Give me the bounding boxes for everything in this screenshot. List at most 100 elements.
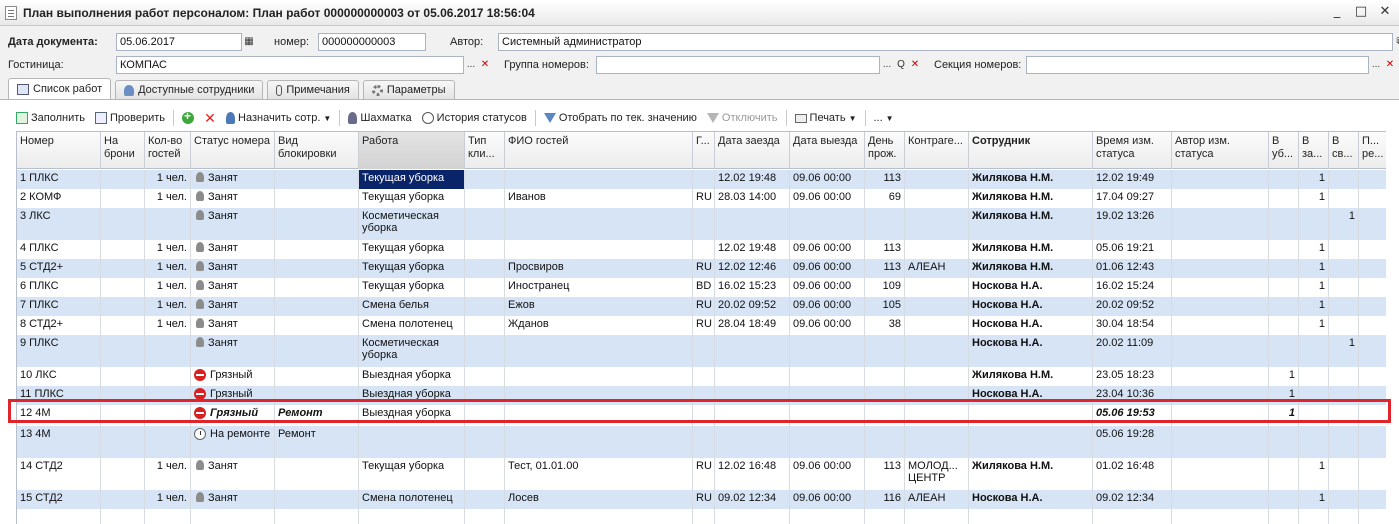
cell-other[interactable] <box>1359 297 1386 316</box>
calendar-icon[interactable]: ▦ <box>242 34 256 50</box>
cell-contractor[interactable] <box>905 386 969 405</box>
cell-guest-names[interactable]: Лосев <box>505 490 693 509</box>
cell-work[interactable]: Текущая уборка <box>359 278 465 297</box>
column-header-country[interactable]: Г... <box>693 132 715 169</box>
cell-contractor[interactable]: МОЛОД... ЦЕНТР <box>905 458 969 490</box>
cell-client-type[interactable] <box>465 316 505 335</box>
cell-client-type[interactable] <box>465 170 505 189</box>
cell-room-status[interactable]: Грязный <box>191 405 275 426</box>
fill-button[interactable]: Заполнить <box>12 108 89 128</box>
column-header-room-status[interactable]: Статус номера <box>191 132 275 169</box>
column-header-departure-date[interactable]: Дата выезда <box>790 132 865 169</box>
assign-staff-button[interactable]: Назначить сотр. ▼ <box>222 108 335 128</box>
cell-employee[interactable]: Жилякова Н.М. <box>969 367 1093 386</box>
cell-days-stay[interactable] <box>865 335 905 367</box>
cell-in-free[interactable] <box>1329 259 1359 278</box>
cell-other[interactable] <box>1359 259 1386 278</box>
table-row[interactable]: 3 ЛКС Занят Косметическая уборка Жилякова Н… <box>17 208 1386 240</box>
cell-on-booking[interactable] <box>101 278 145 297</box>
cell-in-free[interactable] <box>1329 367 1359 386</box>
cell-number[interactable]: 13 4М <box>17 426 101 458</box>
cell-status-changed[interactable]: 19.02 13:26 <box>1093 208 1172 240</box>
author-field[interactable]: Системный администратор <box>498 33 1393 51</box>
cell-arrival-date[interactable]: 12.02 19:48 <box>715 170 790 189</box>
cell-number[interactable]: 15 СТД2 <box>17 490 101 509</box>
table-row[interactable]: 8 СТД2+ 1 чел. Занят Смена полотенец Жданов R… <box>17 316 1386 335</box>
cell-in-occupied[interactable]: 1 <box>1299 189 1329 208</box>
cell-guest-names[interactable]: Ежов <box>505 297 693 316</box>
tab-work-list[interactable]: Список работ <box>8 78 112 99</box>
cell-contractor[interactable] <box>905 170 969 189</box>
cell-arrival-date[interactable]: 16.02 15:23 <box>715 278 790 297</box>
cell-guests-count[interactable]: 1 чел. <box>145 490 191 509</box>
cell-status-author[interactable] <box>1172 458 1269 490</box>
cell-guests-count[interactable] <box>145 386 191 405</box>
cell-country[interactable]: RU <box>693 458 715 490</box>
cell-guests-count[interactable]: 1 чел. <box>145 297 191 316</box>
cell-in-cleaning[interactable] <box>1269 259 1299 278</box>
cell-work[interactable]: Смена полотенец <box>359 490 465 509</box>
cell-work[interactable]: Текущая уборка <box>359 170 465 189</box>
column-header-work[interactable]: Работа <box>359 132 465 169</box>
cell-number[interactable]: 14 СТД2 <box>17 458 101 490</box>
column-header-number[interactable]: Номер <box>17 132 101 169</box>
cell-country[interactable] <box>693 386 715 405</box>
cell-number[interactable]: 7 ПЛКС <box>17 297 101 316</box>
cell-in-occupied[interactable] <box>1299 386 1329 405</box>
cell-block-type[interactable] <box>275 335 359 367</box>
cell-departure-date[interactable]: 09.06 00:00 <box>790 189 865 208</box>
cell-status-author[interactable] <box>1172 386 1269 405</box>
cell-other[interactable] <box>1359 170 1386 189</box>
cell-number[interactable]: 12 4М <box>17 405 101 426</box>
cell-status-changed[interactable]: 23.04 10:36 <box>1093 386 1172 405</box>
cell-in-cleaning[interactable] <box>1269 189 1299 208</box>
cell-arrival-date[interactable] <box>715 335 790 367</box>
cell-on-booking[interactable] <box>101 240 145 259</box>
cell-arrival-date[interactable]: 20.02 09:52 <box>715 297 790 316</box>
cell-status-author[interactable] <box>1172 208 1269 240</box>
cell-other[interactable] <box>1359 278 1386 297</box>
cell-departure-date[interactable]: 09.06 00:00 <box>790 278 865 297</box>
cell-number[interactable]: 8 СТД2+ <box>17 316 101 335</box>
column-header-other[interactable]: П... ре... <box>1359 132 1386 169</box>
cell-room-status[interactable]: Занят <box>191 458 275 490</box>
cell-in-free[interactable] <box>1329 405 1359 426</box>
cell-arrival-date[interactable]: 12.02 16:48 <box>715 458 790 490</box>
cell-in-occupied[interactable]: 1 <box>1299 259 1329 278</box>
cell-client-type[interactable] <box>465 240 505 259</box>
room-group-search-icon[interactable]: Q <box>894 57 908 73</box>
cell-guest-names[interactable]: Жданов <box>505 316 693 335</box>
cell-in-free[interactable] <box>1329 386 1359 405</box>
cell-other[interactable] <box>1359 490 1386 509</box>
cell-work[interactable] <box>359 426 465 458</box>
more-button[interactable]: ... ▼ <box>870 108 898 128</box>
cell-block-type[interactable]: Ремонт <box>275 426 359 458</box>
cell-in-occupied[interactable]: 1 <box>1299 316 1329 335</box>
column-header-on-booking[interactable]: На брони <box>101 132 145 169</box>
cell-status-author[interactable] <box>1172 335 1269 367</box>
cell-block-type[interactable] <box>275 386 359 405</box>
cell-work[interactable]: Косметическая уборка <box>359 335 465 367</box>
cell-days-stay[interactable] <box>865 405 905 426</box>
cell-status-author[interactable] <box>1172 367 1269 386</box>
cell-client-type[interactable] <box>465 426 505 458</box>
cell-employee[interactable]: Жилякова Н.М. <box>969 458 1093 490</box>
cell-guest-names[interactable] <box>505 170 693 189</box>
cell-room-status[interactable]: Занят <box>191 316 275 335</box>
cell-client-type[interactable] <box>465 208 505 240</box>
date-field[interactable]: 05.06.2017 <box>116 33 242 51</box>
cell-in-cleaning[interactable] <box>1269 278 1299 297</box>
cell-room-status[interactable]: Занят <box>191 189 275 208</box>
cell-days-stay[interactable]: 105 <box>865 297 905 316</box>
cell-in-occupied[interactable] <box>1299 208 1329 240</box>
room-section-field[interactable] <box>1026 56 1369 74</box>
cell-guests-count[interactable] <box>145 208 191 240</box>
cell-guests-count[interactable]: 1 чел. <box>145 189 191 208</box>
column-header-in-free[interactable]: В св... <box>1329 132 1359 169</box>
cell-guest-names[interactable] <box>505 426 693 458</box>
cell-on-booking[interactable] <box>101 297 145 316</box>
room-group-field[interactable] <box>596 56 880 74</box>
column-header-days-stay[interactable]: День прож. <box>865 132 905 169</box>
cell-guests-count[interactable]: 1 чел. <box>145 170 191 189</box>
cell-in-free[interactable] <box>1329 458 1359 490</box>
